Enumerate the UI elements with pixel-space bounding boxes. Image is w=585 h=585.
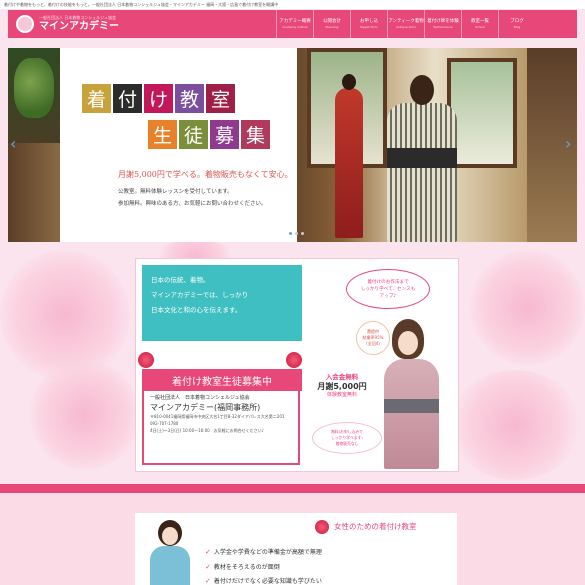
office-phone: 092-707-1780 xyxy=(150,421,179,426)
feature-text: 着付けだけでなく必要な知識も学びたい xyxy=(213,578,322,585)
crest-icon xyxy=(16,15,34,33)
main-nav: アカデミー概要 Academy outline 公開会計 Planning お申… xyxy=(276,10,535,38)
flower-icon xyxy=(138,352,154,368)
section-divider xyxy=(0,484,585,493)
slider-pagination xyxy=(289,232,307,235)
hero-headline: 月謝5,000円で学べる。着物販売もなくて安心。 xyxy=(118,170,293,179)
top-tagline: 着付けや着物をもっと、着付けの技能をもっと。一般社団法人 日本着物コンシェルジュ… xyxy=(0,0,585,9)
office-hours: 4日(土)〜3日(日) 10:00〜16:00 お気軽にお問合せください♪ xyxy=(150,428,265,433)
completion-rate-badge: 費提供 結業率95% (全回4) xyxy=(356,321,390,355)
hero-title-tile: 教 xyxy=(175,84,204,113)
speech-line: しっかり学べて、センスも xyxy=(360,286,416,292)
feature-item: ✓ 着付けだけでなく必要な知識も学びたい xyxy=(205,576,322,585)
slider-dot[interactable] xyxy=(301,232,304,235)
speech-line: アップ♪ xyxy=(379,293,397,299)
office-address: 〒810-0041福岡県福岡市中央区大名1丁目8-32ダイアパレス大名第二201 xyxy=(150,414,285,419)
fee-entry: 入会金無料 xyxy=(325,373,359,381)
feature-item: ✓ 入学金や学費などの準備金が高額で無理 xyxy=(205,547,322,557)
intro-box: 日本の伝統、着物。 マインアカデミーでは、しっかり 日本文化と和の心を伝えます。 xyxy=(142,265,302,341)
nav-label: 着付け師を体験 xyxy=(427,19,459,24)
nav-sublabel: Planning xyxy=(325,25,339,29)
hero-title-tile: 着 xyxy=(82,84,111,113)
office-name: マインアカデミー(福岡事務所) xyxy=(150,403,261,412)
cherry-blossom-decoration xyxy=(30,360,140,470)
promo-banner[interactable]: 日本の伝統、着物。 マインアカデミーでは、しっかり 日本文化と和の心を伝えます。… xyxy=(135,258,459,472)
feature-text: 教材をそろえるのが面倒 xyxy=(213,564,280,571)
check-icon: ✓ xyxy=(205,562,211,571)
cherry-blossom-decoration xyxy=(450,370,580,480)
association-name: 一般社団法人 日本着物コンシェルジュ協会 xyxy=(150,395,250,401)
fee-monthly: 月謝5,000円 xyxy=(317,382,367,391)
nav-label: お申し込 xyxy=(360,19,378,24)
section-title: 女性のための着付け教室 xyxy=(334,522,417,531)
site-header: 一般社団法人 日本着物コンシェルジュ協会 マインアカデミー アカデミー概要 Ac… xyxy=(8,10,577,38)
fee-trial: 体験教室無料 xyxy=(326,392,357,398)
check-icon: ✓ xyxy=(205,576,211,585)
nav-item-blog[interactable]: ブログ Blog xyxy=(498,10,535,38)
hero-photo-kimono-women xyxy=(297,48,527,242)
hero-description: 参加無料。興味のある方、お気軽にお問い合わせください。 xyxy=(118,201,267,207)
speech-line: 着付けのお作法まで xyxy=(367,279,409,285)
hero-title-tile: 募 xyxy=(210,120,239,149)
nav-sublabel: Antique kimo xyxy=(396,25,416,29)
hero-title-row2: 生 徒 募 集 xyxy=(148,120,272,149)
nav-item-academy[interactable]: アカデミー概要 Academy outline xyxy=(276,10,313,38)
badge-line: (全回4) xyxy=(366,341,380,346)
site-logo[interactable]: 一般社団法人 日本着物コンシェルジュ協会 マインアカデミー xyxy=(8,10,276,38)
feature-text: 入学金や学費などの準備金が高額で無理 xyxy=(213,549,322,556)
nav-sublabel: Performance xyxy=(433,25,453,29)
nav-item-planning[interactable]: 公開会計 Planning xyxy=(313,10,350,38)
nav-sublabel: School xyxy=(475,25,485,29)
flower-icon xyxy=(286,352,302,368)
hero-description: 公教室。無料体験レッスンを受付しています。 xyxy=(118,189,233,195)
nav-sublabel: Blog xyxy=(513,25,521,29)
nav-sublabel: Regist form xyxy=(360,25,378,29)
nav-sublabel: Academy outline xyxy=(282,25,308,29)
fee-info: 入会金無料 月謝5,000円 体験教室無料 xyxy=(314,373,370,413)
hero-title-tile: 付 xyxy=(113,84,142,113)
hero-title-tile: 室 xyxy=(206,84,235,113)
flower-icon xyxy=(315,520,329,534)
recruiting-ribbon: 着付け教室生徒募集中 xyxy=(142,369,302,391)
nav-label: アカデミー概要 xyxy=(279,19,311,24)
nav-item-antique[interactable]: アンティーク着物 Antique kimo xyxy=(387,10,424,38)
check-icon: ✓ xyxy=(205,547,211,556)
slider-dot[interactable] xyxy=(289,232,292,235)
intro-line: 日本の伝統、着物。 xyxy=(151,276,210,284)
hero-title-tile: け xyxy=(144,84,173,113)
logo-title: マインアカデミー xyxy=(39,21,119,32)
next-arrow-icon[interactable]: › xyxy=(565,136,571,152)
speech-bubble: 着付けのお作法まで しっかり学べて、センスも アップ♪ xyxy=(346,269,430,309)
office-info: 一般社団法人 日本着物コンシェルジュ協会 マインアカデミー(福岡事務所) 〒81… xyxy=(142,391,300,465)
intro-line: 日本文化と和の心を伝えます。 xyxy=(151,306,242,314)
nav-label: ブログ xyxy=(510,19,524,24)
hero-title-tile: 徒 xyxy=(179,120,208,149)
cherry-blossom-decoration xyxy=(0,250,130,380)
note-bubble: 無料(お申し込みで しっかり学べます! 着物販売なし xyxy=(312,422,382,454)
hero-title-row1: 着 付 け 教 室 xyxy=(82,84,237,113)
nav-item-school[interactable]: 教室一覧 School xyxy=(461,10,498,38)
note-line: 着物販売なし xyxy=(335,441,359,446)
nav-label: 公開会計 xyxy=(323,19,341,24)
cherry-blossom-decoration xyxy=(470,250,585,365)
slider-dot[interactable] xyxy=(295,232,298,235)
hero-title-tile: 集 xyxy=(241,120,270,149)
nav-item-register[interactable]: お申し込 Regist form xyxy=(350,10,387,38)
hero-title-tile: 生 xyxy=(148,120,177,149)
girl-in-kimono-photo xyxy=(148,520,193,585)
nav-label: 教室一覧 xyxy=(471,19,489,24)
feature-item: ✓ 教材をそろえるのが面倒 xyxy=(205,562,280,572)
prev-arrow-icon[interactable]: ‹ xyxy=(10,136,16,152)
nav-label: アンティーク着物 xyxy=(388,19,424,24)
nav-item-performance[interactable]: 着付け師を体験 Performance xyxy=(424,10,461,38)
intro-line: マインアカデミーでは、しっかり xyxy=(151,291,249,299)
hero-slider[interactable]: 着 付 け 教 室 生 徒 募 集 月謝5,000円で学べる。着物販売もなくて安… xyxy=(8,48,577,242)
